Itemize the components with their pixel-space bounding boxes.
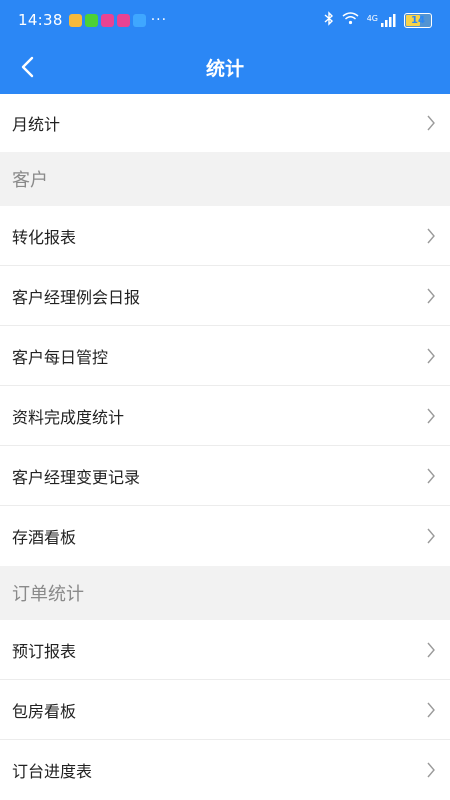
- chevron-right-icon: [427, 468, 435, 484]
- bluetooth-icon: [324, 10, 334, 30]
- wifi-icon: [342, 11, 359, 29]
- page-title: 统计: [205, 57, 244, 80]
- menu-item-label: 客户每日管控: [12, 348, 109, 367]
- chevron-right-icon: [427, 528, 435, 544]
- section-header-customer: 客户: [0, 152, 450, 206]
- menu-item-label: 包房看板: [12, 702, 77, 721]
- status-bar: 14:38 ··· 4G 14: [0, 0, 450, 40]
- stats-menu: 月统计 客户 转化报表 客户经理例会日报 客户每日管控 资料完成度统计 客户经理…: [0, 94, 450, 800]
- menu-item-conversion-report[interactable]: 转化报表: [0, 206, 450, 266]
- notification-icons: [68, 13, 146, 27]
- battery-level: 14: [411, 14, 425, 26]
- chevron-left-icon: [21, 56, 34, 78]
- menu-item-wine-storage-board[interactable]: 存酒看板: [0, 506, 450, 566]
- app-notification-icon: [68, 13, 82, 27]
- chevron-right-icon: [427, 702, 435, 718]
- menu-item-label: 订台进度表: [12, 762, 93, 781]
- menu-item-reservation-report[interactable]: 预订报表: [0, 620, 450, 680]
- app-notification-icon: [132, 13, 146, 27]
- menu-item-label: 预订报表: [12, 642, 77, 661]
- menu-item-label: 存酒看板: [12, 528, 77, 547]
- menu-item-profile-completion[interactable]: 资料完成度统计: [0, 386, 450, 446]
- menu-item-label: 转化报表: [12, 228, 77, 247]
- chevron-right-icon: [427, 408, 435, 424]
- menu-item-daily-control[interactable]: 客户每日管控: [0, 326, 450, 386]
- chevron-right-icon: [427, 228, 435, 244]
- chevron-right-icon: [427, 642, 435, 658]
- menu-item-private-room-board[interactable]: 包房看板: [0, 680, 450, 740]
- nav-bar: 统计: [0, 40, 450, 94]
- network-type-label: 4G: [366, 13, 378, 23]
- chevron-right-icon: [427, 115, 435, 131]
- app-notification-icon: [100, 13, 114, 27]
- menu-item-label: 客户经理变更记录: [12, 468, 141, 487]
- more-notifications: ···: [150, 12, 168, 28]
- battery-indicator: 14: [404, 12, 432, 28]
- menu-item-table-booking-progress[interactable]: 订台进度表: [0, 740, 450, 800]
- chevron-right-icon: [427, 288, 435, 304]
- menu-item-label: 客户经理例会日报: [12, 288, 141, 307]
- cellular-signal-icon: 4G: [366, 13, 396, 27]
- status-time: 14:38: [18, 11, 63, 29]
- menu-item-monthly-stats[interactable]: 月统计: [0, 94, 450, 152]
- status-indicators: 4G 14: [324, 10, 432, 30]
- app-header: 14:38 ··· 4G 14 统计: [0, 0, 450, 94]
- menu-item-manager-change-log[interactable]: 客户经理变更记录: [0, 446, 450, 506]
- chevron-right-icon: [427, 762, 435, 778]
- section-title: 订单统计: [12, 584, 84, 605]
- app-notification-icon: [84, 13, 98, 27]
- back-button[interactable]: [8, 47, 48, 87]
- menu-item-label: 资料完成度统计: [12, 408, 125, 427]
- section-header-order-stats: 订单统计: [0, 566, 450, 620]
- section-title: 客户: [12, 170, 48, 191]
- menu-item-manager-meeting-daily[interactable]: 客户经理例会日报: [0, 266, 450, 326]
- music-app-icon: [116, 13, 130, 27]
- chevron-right-icon: [427, 348, 435, 364]
- menu-item-label: 月统计: [12, 115, 61, 134]
